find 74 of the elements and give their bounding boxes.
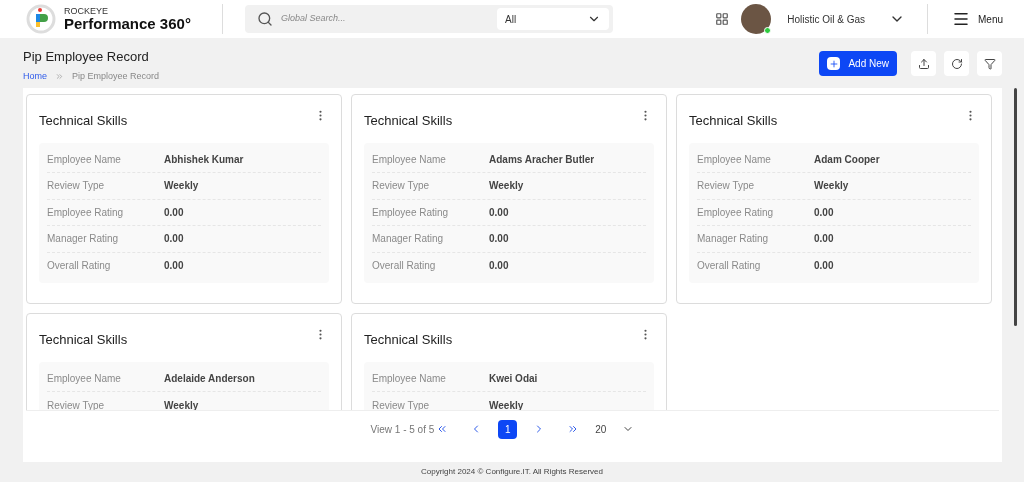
filter-icon xyxy=(983,57,996,70)
card-title: Technical Skills xyxy=(39,112,128,130)
field-value: Adams Aracher Butler xyxy=(489,152,595,167)
page-button[interactable]: 1 xyxy=(498,419,518,439)
copyright-text: Copyright 2024 © Configure.IT. All Rights Reserved xyxy=(420,466,604,478)
field-label: Manager Rating xyxy=(47,232,120,247)
field-label: Employee Name xyxy=(697,152,772,167)
field-value: 0.00 xyxy=(814,259,834,274)
field-value: Weekly xyxy=(489,398,524,410)
apps-button[interactable] xyxy=(715,12,730,26)
upload-button[interactable] xyxy=(911,51,936,76)
refresh-icon xyxy=(950,57,963,70)
page-size-dropdown[interactable]: 20 xyxy=(595,421,635,437)
field-value: 0.00 xyxy=(164,259,184,274)
field-label: Employee Rating xyxy=(697,205,775,220)
field-value: 0.00 xyxy=(164,232,184,247)
field-value: 0.00 xyxy=(814,232,834,247)
search-input[interactable]: Global Search... xyxy=(281,12,497,26)
menu-icon xyxy=(952,10,970,28)
card-title: Technical Skills xyxy=(689,112,778,130)
field-label: Manager Rating xyxy=(372,232,445,247)
field-value: Kwei Odai xyxy=(489,371,538,386)
field-value: Weekly xyxy=(489,179,524,194)
field-label: Manager Rating xyxy=(697,232,770,247)
scrollbar-thumb[interactable] xyxy=(1013,88,1017,326)
field-label: Employee Name xyxy=(372,152,447,167)
upload-icon xyxy=(917,57,930,70)
page-title: Pip Employee Record xyxy=(23,48,150,66)
field-label: Employee Name xyxy=(47,152,122,167)
field-label: Review Type xyxy=(697,179,756,194)
breadcrumb-link[interactable]: Home xyxy=(23,69,47,83)
field-value: Abhishek Kumar xyxy=(164,152,244,167)
field-label: Overall Rating xyxy=(697,259,762,274)
logo-icon xyxy=(26,4,56,34)
brand-tagline: ROCKEYE xyxy=(64,7,109,16)
scope-dropdown[interactable]: All xyxy=(497,8,609,30)
company-dropdown[interactable]: Holistic Oil & Gas xyxy=(787,11,905,27)
field-label: Review Type xyxy=(372,398,431,410)
field-label: Review Type xyxy=(47,179,106,194)
field-label: Overall Rating xyxy=(47,259,112,274)
field-value: Adelaide Anderson xyxy=(164,371,255,386)
breadcrumb-current: Pip Employee Record xyxy=(72,69,160,83)
add-new-button[interactable]: Add New xyxy=(819,51,897,76)
search-icon xyxy=(257,11,273,27)
card-title: Technical Skills xyxy=(364,331,453,349)
filter-button[interactable] xyxy=(977,51,1002,76)
field-label: Overall Rating xyxy=(372,259,437,274)
field-value: Weekly xyxy=(164,398,199,410)
field-label: Employee Rating xyxy=(372,205,450,220)
card-title: Technical Skills xyxy=(364,112,453,130)
field-label: Employee Name xyxy=(372,371,447,386)
field-value: 0.00 xyxy=(489,259,509,274)
field-value: Weekly xyxy=(814,179,849,194)
search-bar[interactable]: Global Search... All xyxy=(245,5,613,33)
card-title: Technical Skills xyxy=(39,331,128,349)
field-value: Adam Cooper xyxy=(814,152,880,167)
plus-icon xyxy=(828,58,839,69)
breadcrumb-separator-icon xyxy=(55,71,64,81)
apps-grid-icon xyxy=(715,12,730,26)
field-label: Employee Rating xyxy=(47,205,125,220)
field-label: Employee Name xyxy=(47,371,122,386)
field-value: Weekly xyxy=(164,179,199,194)
first-page-button[interactable] xyxy=(436,423,449,435)
field-value: 0.00 xyxy=(489,232,509,247)
field-value: 0.00 xyxy=(814,205,834,220)
field-value: 0.00 xyxy=(489,205,509,220)
field-label: Review Type xyxy=(47,398,106,410)
refresh-button[interactable] xyxy=(944,51,969,76)
field-value: 0.00 xyxy=(164,205,184,220)
pagination-summary: View 1 - 5 of 5 xyxy=(370,422,435,437)
brand-name: Performance 360° xyxy=(64,16,191,31)
double-chevron-left-icon xyxy=(436,423,449,435)
field-label: Review Type xyxy=(372,179,431,194)
menu-button[interactable]: Menu xyxy=(952,10,1003,28)
